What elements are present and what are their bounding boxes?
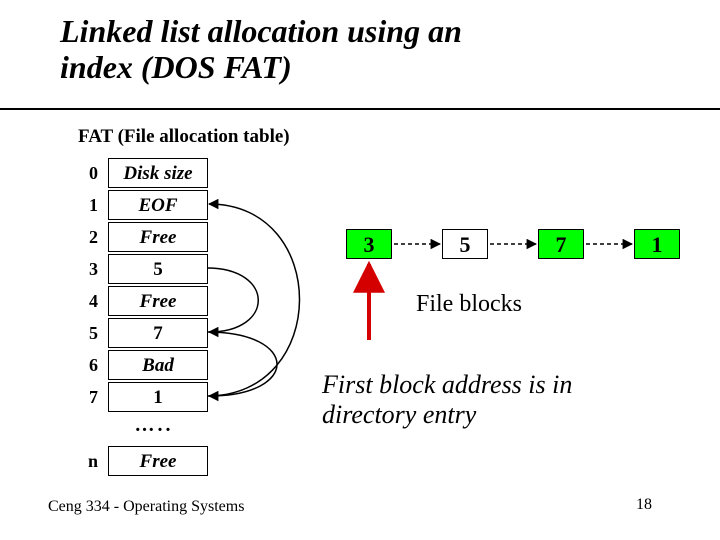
file-block-7: 7 xyxy=(538,229,584,259)
fat-index: 5 xyxy=(80,318,98,344)
fat-index: 7 xyxy=(80,382,98,408)
title-divider xyxy=(0,108,720,110)
fat-row-0: 0 Disk size xyxy=(80,158,208,190)
slide-title: Linked list allocation using an index (D… xyxy=(60,14,462,86)
fat-index: 4 xyxy=(80,286,98,312)
fat-index: 3 xyxy=(80,254,98,280)
fat-index: 2 xyxy=(80,222,98,248)
fat-index: 6 xyxy=(80,350,98,376)
file-block-3: 3 xyxy=(346,229,392,259)
slide: Linked list allocation using an index (D… xyxy=(0,0,720,540)
file-block-1: 1 xyxy=(634,229,680,259)
file-block-5: 5 xyxy=(442,229,488,259)
fat-row-7: 7 1 xyxy=(80,382,208,414)
fat-index: 1 xyxy=(80,190,98,216)
fat-cell: Free xyxy=(108,222,208,252)
first-block-caption: First block address is in directory entr… xyxy=(322,370,572,430)
caption-line-2: directory entry xyxy=(322,400,476,429)
fat-row-1: 1 EOF xyxy=(80,190,208,222)
fat-cell: Disk size xyxy=(108,158,208,188)
fat-caption: FAT (File allocation table) xyxy=(78,126,290,148)
fat-cell: Free xyxy=(108,286,208,316)
fat-cell: 5 xyxy=(108,254,208,284)
fat-row-6: 6 Bad xyxy=(80,350,208,382)
file-blocks-label: File blocks xyxy=(416,291,522,318)
fat-cell: 1 xyxy=(108,382,208,412)
fat-cell: Free xyxy=(108,446,208,476)
fat-ellipsis-row: ….. xyxy=(80,414,208,446)
fat-index: n xyxy=(80,446,98,472)
fat-row-4: 4 Free xyxy=(80,286,208,318)
fat-ellipsis: ….. xyxy=(104,414,204,437)
title-line-1: Linked list allocation using an xyxy=(60,13,462,49)
fat-table: 0 Disk size 1 EOF 2 Free 3 5 4 Free 5 7 … xyxy=(80,158,208,478)
fat-cell: EOF xyxy=(108,190,208,220)
caption-line-1: First block address is in xyxy=(322,370,572,399)
fat-row-2: 2 Free xyxy=(80,222,208,254)
slide-footer: Ceng 334 - Operating Systems xyxy=(48,498,244,516)
fat-row-3: 3 5 xyxy=(80,254,208,286)
fat-cell: Bad xyxy=(108,350,208,380)
fat-row-5: 5 7 xyxy=(80,318,208,350)
title-line-2: index (DOS FAT) xyxy=(60,49,292,85)
fat-row-n: n Free xyxy=(80,446,208,478)
page-number: 18 xyxy=(636,496,652,514)
fat-cell: 7 xyxy=(108,318,208,348)
fat-index: 0 xyxy=(80,158,98,184)
